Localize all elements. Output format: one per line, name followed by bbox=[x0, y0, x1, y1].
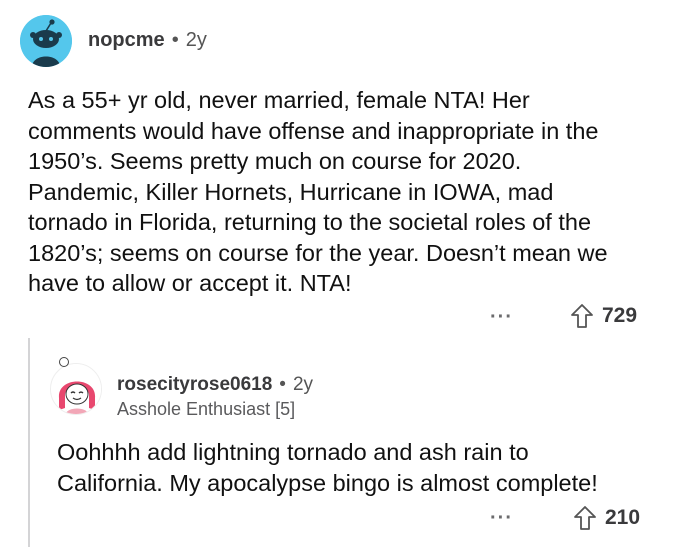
comment-1-body-line: 1820’s; seems on course for the year. Do… bbox=[28, 239, 608, 266]
comment-1-body-line: tornado in Florida, returning to the soc… bbox=[28, 209, 592, 235]
comment-1-vote: 729 bbox=[570, 303, 637, 329]
comment-1-body-line: comments would have offense and inapprop… bbox=[28, 117, 599, 144]
comment-2-meta: rosecityrose0618 • 2y bbox=[117, 374, 313, 396]
snoo-avatar-graphic bbox=[20, 15, 72, 67]
comment-2-vote: 210 bbox=[573, 505, 640, 531]
comment-2-age: 2y bbox=[292, 374, 314, 395]
upvote-arrow-icon[interactable] bbox=[570, 303, 594, 329]
pink-hair-avatar-icon[interactable] bbox=[50, 363, 102, 415]
comment-1-body-line: Pandemic, Killer Hornets, Hurricane in I… bbox=[28, 178, 554, 205]
comment-1-upvote-count: 729 bbox=[602, 304, 638, 327]
comment-1-body-line: 1950’s. Seems pretty much on course for … bbox=[28, 148, 522, 174]
comment-1-age: 2y bbox=[185, 29, 207, 51]
comment-2-upvote-count: 210 bbox=[605, 506, 641, 529]
pink-hair-avatar-graphic bbox=[51, 364, 101, 414]
comment-1-separator: • bbox=[171, 29, 179, 51]
comment-1-more-options-icon[interactable]: ··· bbox=[490, 307, 513, 327]
comment-2-user-flair: Asshole Enthusiast [5] bbox=[117, 399, 296, 419]
comment-1-meta: nopcme • 2y bbox=[88, 29, 207, 52]
comment-1: nopcme • 2y As a 55+ yr old, never marri… bbox=[0, 0, 700, 340]
comment-2-body-line: California. My apocalypse bingo is almos… bbox=[57, 469, 598, 496]
comment-2-separator: • bbox=[279, 374, 286, 395]
comment-1-body-line: have to allow or accept it. NTA! bbox=[28, 270, 352, 296]
comment-1-body-line: As a 55+ yr old, never married, female N… bbox=[28, 87, 530, 113]
comment-2-body: Oohhhh add lightning tornado and ash rai… bbox=[57, 437, 697, 498]
avatar-antenna-icon bbox=[59, 357, 69, 367]
comment-2: rosecityrose0618 • 2y Asshole Enthusiast… bbox=[0, 340, 700, 547]
comment-2-body-line: Oohhhh add lightning tornado and ash rai… bbox=[57, 439, 529, 465]
comment-1-username[interactable]: nopcme bbox=[88, 29, 165, 52]
comment-1-body: As a 55+ yr old, never married, female N… bbox=[28, 85, 688, 299]
snoo-avatar-icon[interactable] bbox=[20, 15, 72, 67]
upvote-arrow-icon[interactable] bbox=[573, 505, 597, 531]
comment-2-more-options-icon[interactable]: ··· bbox=[490, 508, 513, 528]
comment-2-username[interactable]: rosecityrose0618 bbox=[117, 374, 272, 396]
